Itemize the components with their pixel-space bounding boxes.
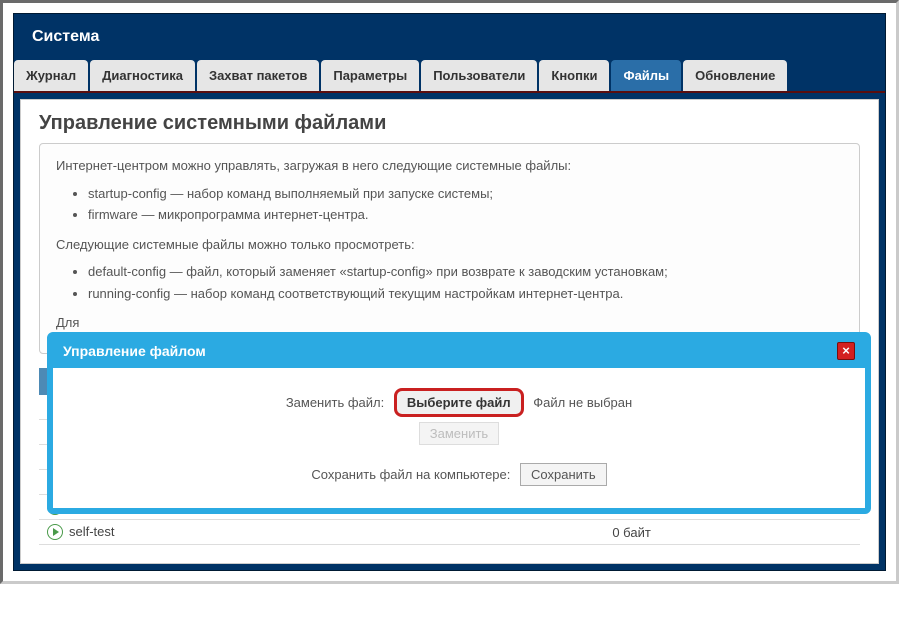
tab-journal[interactable]: Журнал [14,60,88,91]
save-button[interactable]: Сохранить [520,463,607,486]
close-icon[interactable]: × [837,342,855,360]
help-tail: Для [56,313,843,333]
app-header: Система [14,14,885,60]
help-box: Интернет-центром можно управлять, загруж… [39,143,860,354]
app-title: Система [32,28,99,45]
file-name: self-test [69,524,115,539]
tab-update[interactable]: Обновление [683,60,787,91]
file-size: 0 байт [604,520,860,545]
save-file-label: Сохранить файл на компьютере: [311,467,510,482]
tab-users[interactable]: Пользователи [421,60,537,91]
tab-buttons[interactable]: Кнопки [539,60,609,91]
help-list2-item: running-config — набор команд соответств… [88,284,843,304]
help-intro: Интернет-центром можно управлять, загруж… [56,156,843,176]
no-file-text: Файл не выбран [533,395,632,410]
modal-header: Управление файлом × [53,338,865,368]
tab-files[interactable]: Файлы [611,60,681,91]
play-icon [47,524,63,540]
choose-file-button[interactable]: Выберите файл [394,388,524,417]
tab-bar: Журнал Диагностика Захват пакетов Параме… [14,60,885,93]
replace-button[interactable]: Заменить [419,422,499,445]
help-list1-item: startup-config — набор команд выполняемы… [88,184,843,204]
tab-parameters[interactable]: Параметры [321,60,419,91]
help-list1-item: firmware — микропрограмма интернет-центр… [88,205,843,225]
tab-diagnostics[interactable]: Диагностика [90,60,195,91]
page-title: Управление системными файлами [39,112,860,135]
table-row[interactable]: self-test 0 байт [39,520,860,545]
file-management-modal: Управление файлом × Заменить файл: Выбер… [47,332,871,514]
modal-title: Управление файлом [63,343,206,359]
help-list2-item: default-config — файл, который заменяет … [88,262,843,282]
help-mid: Следующие системные файлы можно только п… [56,235,843,255]
tab-packet-capture[interactable]: Захват пакетов [197,60,319,91]
replace-file-label: Заменить файл: [286,395,384,410]
